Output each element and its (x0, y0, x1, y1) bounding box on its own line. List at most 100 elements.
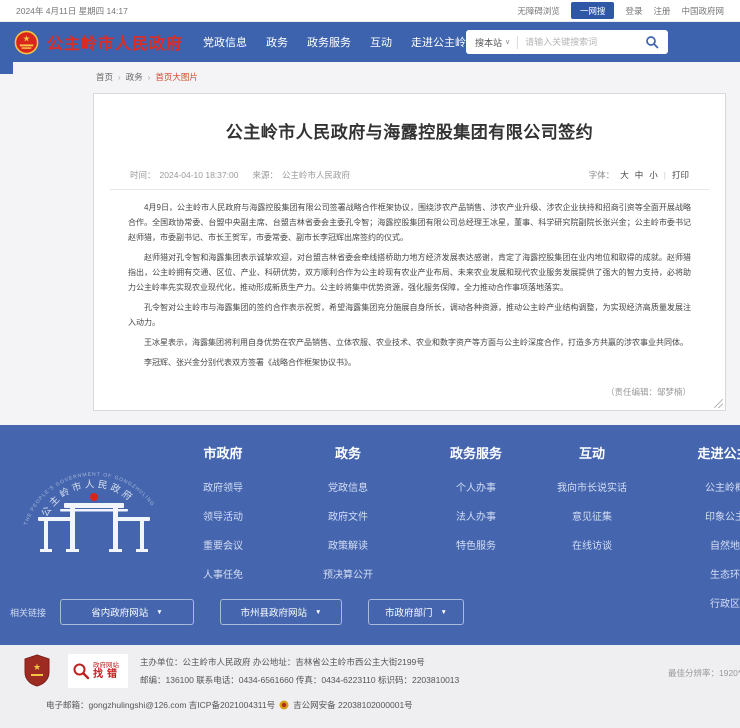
search-box: 搜本站 ∨ (466, 30, 668, 54)
caret-down-icon: ▼ (315, 609, 321, 616)
article-meta-row: 时间：2024-04-10 18:37:00来源：公主岭市人民政府 字体： 大 … (110, 169, 709, 190)
font-size-small-button[interactable]: 小 (649, 169, 658, 181)
footer-link[interactable]: 行政区划 (672, 595, 740, 610)
breadcrumb: 首页 › 政务 › 首页大图片 (96, 71, 198, 83)
footer-link[interactable]: 印象公主岭 (672, 508, 740, 523)
contact-line: 邮编：136100 联系电话：0434-6561660 传真：0434-6223… (140, 674, 459, 686)
footer-column-title[interactable]: 市政府 (165, 443, 281, 462)
footer-link[interactable]: 我向市长说实话 (534, 479, 650, 494)
article-meta-right: 字体： 大 中 小 | 打印 (589, 169, 689, 181)
caret-down-icon: ▼ (441, 609, 447, 616)
gov-shield-logo-icon: ★ (24, 654, 50, 687)
chevron-down-icon: ∨ (505, 38, 510, 46)
footer-link[interactable]: 公主岭概况 (672, 479, 740, 494)
footer-column-about-city: 走进公主岭 公主岭概况 印象公主岭 自然地理 生态环境 行政区划 (672, 443, 740, 624)
footer-link[interactable]: 政策解读 (290, 537, 406, 552)
footer-link[interactable]: 重要会议 (165, 537, 281, 552)
resize-grip-icon[interactable] (714, 399, 723, 408)
breadcrumb-home[interactable]: 首页 (96, 71, 113, 83)
search-button[interactable] (642, 32, 662, 52)
host-address-line: 主办单位：公主岭市人民政府 办公地址：吉林省公主岭市西公主大街2199号 (140, 656, 425, 668)
side-widget[interactable] (0, 62, 13, 74)
site-title[interactable]: 公主岭市人民政府 (47, 30, 183, 54)
site-header: ★ 公主岭市人民政府 党政信息 政务 政务服务 互动 走进公主岭 搜本站 ∨ (0, 22, 740, 62)
time-label: 时间： (130, 170, 156, 180)
related-links-row: 相关链接 省内政府网站 ▼ 市州县政府网站 ▼ 市政府部门 ▼ (10, 599, 464, 625)
footer-link[interactable]: 政府文件 (290, 508, 406, 523)
china-gov-link[interactable]: 中国政府网 (681, 5, 724, 17)
breadcrumb-separator-icon: › (118, 73, 121, 82)
search-scope-label: 搜本站 (475, 36, 502, 49)
breadcrumb-separator-icon: › (148, 73, 151, 82)
footer-link[interactable]: 人事任免 (165, 566, 281, 581)
article-paragraph: 孔令智对公主岭市与海露集团的签约合作表示祝贺，希望海露集团充分施展自身所长，调动… (128, 300, 691, 330)
footer-column-city-gov: 市政府 政府领导 领导活动 重要会议 人事任免 (165, 443, 281, 595)
svg-text:★: ★ (33, 662, 41, 672)
print-button[interactable]: 打印 (672, 169, 689, 181)
divider (517, 36, 518, 49)
font-size-medium-button[interactable]: 中 (635, 169, 644, 181)
provincial-sites-dropdown[interactable]: 省内政府网站 ▼ (60, 599, 194, 625)
font-size-large-button[interactable]: 大 (620, 169, 629, 181)
nav-item-services[interactable]: 政务服务 (307, 34, 351, 50)
footer-link[interactable]: 特色服务 (418, 537, 534, 552)
best-resolution-text: 最佳分辨率：1920*1080 (668, 667, 740, 679)
security-record-link[interactable]: 吉公网安备 22038102000001号 (293, 699, 413, 711)
search-scope-dropdown[interactable]: 搜本站 ∨ (475, 36, 510, 49)
article-title: 公主岭市人民政府与海露控股集团有限公司签约 (94, 118, 725, 143)
article-meta-left: 时间：2024-04-10 18:37:00来源：公主岭市人民政府 (130, 169, 354, 181)
error-finder-magnifier-icon (72, 662, 90, 680)
email-icp-text: 电子邮箱：gongzhulingshi@126.com 吉ICP备2021004… (46, 699, 275, 711)
dropdown-label: 市州县政府网站 (241, 605, 308, 619)
county-sites-dropdown[interactable]: 市州县政府网站 ▼ (220, 599, 342, 625)
city-gate-emblem-icon: THE PEOPLE'S GOVERNMENT OF GONGZHULING 公… (14, 437, 174, 567)
footer-column-title[interactable]: 政务服务 (418, 443, 534, 462)
dropdown-label: 市政府部门 (385, 605, 433, 619)
nav-item-about-city[interactable]: 走进公主岭 (411, 34, 466, 50)
footer-link[interactable]: 预决算公开 (290, 566, 406, 581)
accessibility-link[interactable]: 无障碍浏览 (517, 5, 560, 17)
badge-site-text: 政府网站 (93, 662, 121, 669)
footer-link[interactable]: 生态环境 (672, 566, 740, 581)
footer-link[interactable]: 自然地理 (672, 537, 740, 552)
login-link[interactable]: 登录 (625, 5, 642, 17)
dropdown-label: 省内政府网站 (91, 605, 148, 619)
footer-link[interactable]: 意见征集 (534, 508, 650, 523)
quick-search-button[interactable]: 一网搜 (571, 2, 615, 19)
badge-action-text: 找错 (93, 669, 121, 681)
article-card: 公主岭市人民政府与海露控股集团有限公司签约 时间： 2024-04-10 18:3… (93, 93, 726, 411)
article-paragraph: 王冰星表示，海露集团将利用自身优势在农产品销售、立体农服、农业技术、农业和数字资… (128, 335, 691, 350)
footer-link[interactable]: 领导活动 (165, 508, 281, 523)
nav-item-party-info[interactable]: 党政信息 (203, 34, 247, 50)
search-input[interactable] (525, 37, 642, 47)
publish-time: 2024-04-10 18:37:00 (160, 170, 239, 180)
svg-text:★: ★ (23, 33, 31, 43)
footer-link[interactable]: 个人办事 (418, 479, 534, 494)
breadcrumb-government[interactable]: 政务 (126, 71, 143, 83)
departments-dropdown[interactable]: 市政府部门 ▼ (368, 599, 464, 625)
site-footer: THE PEOPLE'S GOVERNMENT OF GONGZHULING 公… (0, 425, 740, 645)
article-paragraph: 赵师猎对孔令智和海露集团表示诚挚欢迎，对台盟吉林省委会牵线搭桥助力地方经济发展表… (128, 250, 691, 295)
nav-item-interaction[interactable]: 互动 (370, 34, 392, 50)
footer-link[interactable]: 法人办事 (418, 508, 534, 523)
article-paragraph: 李冠辉、张兴金分别代表双方签署《战略合作框架协议书》。 (128, 355, 691, 370)
footer-column-title[interactable]: 互动 (534, 443, 650, 462)
nav-item-government[interactable]: 政务 (266, 34, 288, 50)
footer-column-title[interactable]: 走进公主岭 (672, 443, 740, 462)
footer-link[interactable]: 党政信息 (290, 479, 406, 494)
police-badge-icon (279, 700, 289, 710)
email-icp-line: 电子邮箱：gongzhulingshi@126.com 吉ICP备2021004… (46, 699, 413, 711)
footer-link[interactable]: 政府领导 (165, 479, 281, 494)
article-paragraph: 4月9日，公主岭市人民政府与海露控股集团有限公司签署战略合作框架协议，围绕涉农产… (128, 200, 691, 245)
search-icon (645, 35, 659, 49)
footer-link[interactable]: 在线访谈 (534, 537, 650, 552)
divider: | (664, 170, 666, 180)
utility-bar: 2024年 4月11日 星期四 14:17 无障碍浏览 一网搜 登录 注册 中国… (0, 0, 740, 22)
site-error-report-badge[interactable]: 政府网站 找错 (68, 654, 128, 688)
font-size-label: 字体： (589, 169, 615, 181)
register-link[interactable]: 注册 (653, 5, 670, 17)
article-body: 4月9日，公主岭市人民政府与海露控股集团有限公司签署战略合作框架协议，围绕涉农产… (94, 190, 725, 370)
breadcrumb-current: 首页大图片 (155, 71, 198, 83)
bottom-info-bar: ★ 政府网站 找错 主办单位：公主岭市人民政府 办公地址：吉林省公主岭市西公主大… (0, 645, 740, 728)
footer-column-title[interactable]: 政务 (290, 443, 406, 462)
